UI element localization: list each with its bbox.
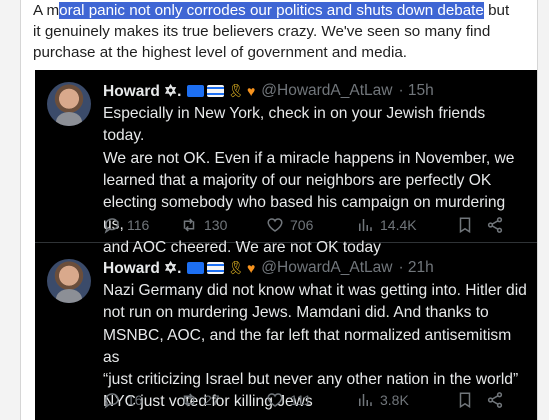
blue-square-icon xyxy=(187,262,205,274)
blue-square-icon xyxy=(187,85,205,97)
bookmark-button xyxy=(456,216,486,234)
reply-count: 16 xyxy=(127,392,143,408)
repost-count: 130 xyxy=(204,217,228,233)
orange-heart-icon: ♥ xyxy=(246,83,256,99)
share-button xyxy=(486,216,504,234)
intro-line-2: it genuinely makes its true believers cr… xyxy=(33,23,491,40)
tweet-line: not run on murdering Jews. Mamdani did. … xyxy=(103,304,489,322)
action-bar: 16 27 111 3.8K xyxy=(103,389,528,411)
action-bar: 116 130 706 14.4K xyxy=(103,214,528,236)
display-name: Howard ✡. xyxy=(103,259,182,277)
handle: @HowardA_AtLaw xyxy=(261,82,393,99)
repost-button: 27 xyxy=(180,391,266,409)
tweet-line: MSNBC, AOC, and the far left that normal… xyxy=(103,326,512,366)
israel-flag-icon xyxy=(207,85,225,97)
intro-prefix: A m xyxy=(33,2,60,19)
intro-suffix: but xyxy=(483,2,510,19)
views-icon xyxy=(359,394,372,406)
like-button: 111 xyxy=(266,391,356,409)
heart-icon xyxy=(267,218,283,232)
views-button: 3.8K xyxy=(356,391,456,409)
bookmark-button xyxy=(456,391,486,409)
tweet-line: We are not OK. Even if a miracle happens… xyxy=(103,149,515,167)
repost-icon xyxy=(183,393,195,407)
repost-icon xyxy=(183,218,195,232)
like-count: 706 xyxy=(290,217,314,233)
like-button: 706 xyxy=(266,216,356,234)
post-text: A moral panic not only corrodes our poli… xyxy=(33,0,533,63)
timestamp: · 21h xyxy=(398,259,434,276)
like-count: 111 xyxy=(290,392,312,408)
views-count: 3.8K xyxy=(380,392,409,408)
profile-emoji-badges: 🎗 ♥ xyxy=(187,260,255,276)
reply-icon xyxy=(104,218,119,234)
tweet-header: Howard ✡. 🎗 ♥ @HowardA_AtLaw · 21h xyxy=(103,257,525,279)
yellow-ribbon-icon: 🎗 xyxy=(227,83,244,98)
views-icon xyxy=(359,219,372,231)
repost-count: 27 xyxy=(204,392,220,408)
tweet-line: learned that a majority of our neighbors… xyxy=(103,171,492,189)
orange-heart-icon: ♥ xyxy=(246,260,256,276)
tweet: Howard ✡. 🎗 ♥ @HowardA_AtLaw · 15h Espec… xyxy=(35,70,537,256)
reply-icon xyxy=(104,393,119,409)
tweet-line: Especially in New York, check in on your… xyxy=(103,105,486,145)
tweet: Howard ✡. 🎗 ♥ @HowardA_AtLaw · 21h Nazi … xyxy=(35,243,537,420)
reply-button: 16 xyxy=(103,391,180,409)
avatar xyxy=(47,82,91,126)
post-card: A moral panic not only corrodes our poli… xyxy=(20,0,538,420)
tweet-header: Howard ✡. 🎗 ♥ @HowardA_AtLaw · 15h xyxy=(103,80,525,102)
embedded-tweet-screenshot: Howard ✡. 🎗 ♥ @HowardA_AtLaw · 15h Espec… xyxy=(35,70,537,420)
avatar xyxy=(47,259,91,303)
bookmark-icon xyxy=(459,217,471,234)
handle: @HowardA_AtLaw xyxy=(261,259,393,276)
tweet-line: “just criticizing Israel but never any o… xyxy=(103,371,519,389)
selected-text[interactable]: oral panic not only corrodes our politic… xyxy=(59,2,484,19)
tweet-line: Nazi Germany did not know what it was ge… xyxy=(103,282,527,299)
israel-flag-icon xyxy=(207,262,225,274)
repost-button: 130 xyxy=(180,216,266,234)
share-button xyxy=(486,391,504,409)
views-count: 14.4K xyxy=(380,217,417,233)
heart-icon xyxy=(267,393,283,407)
views-button: 14.4K xyxy=(356,216,456,234)
reply-count: 116 xyxy=(127,217,150,233)
profile-emoji-badges: 🎗 ♥ xyxy=(187,83,255,99)
intro-line-3: purchase at the highest level of governm… xyxy=(33,44,408,61)
display-name: Howard ✡. xyxy=(103,82,182,100)
yellow-ribbon-icon: 🎗 xyxy=(227,260,244,275)
timestamp: · 15h xyxy=(398,82,434,99)
share-icon xyxy=(487,392,503,408)
share-icon xyxy=(487,217,503,233)
reply-button: 116 xyxy=(103,216,180,234)
bookmark-icon xyxy=(459,392,471,409)
